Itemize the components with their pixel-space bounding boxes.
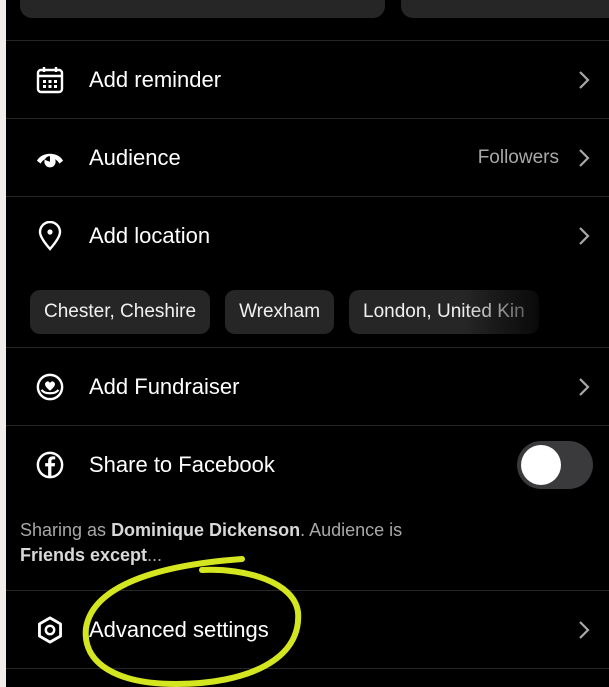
location-chip[interactable]: Wrexham xyxy=(225,290,335,334)
advanced-settings-row[interactable]: Advanced settings xyxy=(6,591,609,669)
add-fundraiser-row[interactable]: Add Fundraiser xyxy=(6,348,609,426)
add-fundraiser-label: Add Fundraiser xyxy=(89,374,240,399)
chevron-right-icon xyxy=(579,71,590,89)
add-location-row[interactable]: Add location xyxy=(6,197,609,275)
top-option-chip[interactable] xyxy=(20,0,385,18)
location-chip[interactable]: London, United Kin xyxy=(349,290,539,334)
audience-row[interactable]: Audience Followers xyxy=(6,119,609,197)
audience-eye-icon xyxy=(36,144,64,172)
add-reminder-label: Add reminder xyxy=(89,67,222,92)
toggle-knob xyxy=(521,445,561,485)
share-to-facebook-row: Share to Facebook xyxy=(6,426,609,504)
add-location-label: Add location xyxy=(89,223,211,248)
chevron-right-icon xyxy=(579,621,590,639)
location-chip[interactable]: Chester, Cheshire xyxy=(30,290,211,334)
sharing-audience: Friends except xyxy=(20,545,148,565)
gear-icon xyxy=(36,616,64,644)
divider xyxy=(6,668,609,669)
post-settings-screen: Add reminder Audience Followers Add loca… xyxy=(6,0,609,687)
location-pin-icon xyxy=(36,221,64,251)
fundraiser-icon xyxy=(36,373,64,401)
chevron-right-icon xyxy=(579,227,590,245)
facebook-icon xyxy=(36,451,64,479)
audience-label: Audience xyxy=(89,145,181,170)
sharing-note-prefix: Sharing as xyxy=(20,520,112,540)
location-suggestions: Chester, Cheshire Wrexham London, United… xyxy=(30,290,609,334)
sharing-as-note: Sharing as Dominique Dickenson. Audience… xyxy=(20,518,560,568)
share-to-facebook-toggle[interactable] xyxy=(517,441,593,489)
sharing-note-middle: . Audience is xyxy=(300,520,403,540)
add-reminder-row[interactable]: Add reminder xyxy=(6,41,609,119)
chevron-right-icon xyxy=(579,378,590,396)
share-to-facebook-label: Share to Facebook xyxy=(89,452,275,477)
audience-value: Followers xyxy=(477,147,559,168)
calendar-icon xyxy=(36,66,64,94)
advanced-settings-label: Advanced settings xyxy=(89,617,269,642)
sharing-note-suffix: ... xyxy=(147,545,163,565)
sharing-account-name: Dominique Dickenson xyxy=(111,520,301,540)
top-option-chip[interactable] xyxy=(401,0,609,18)
chevron-right-icon xyxy=(579,149,590,167)
